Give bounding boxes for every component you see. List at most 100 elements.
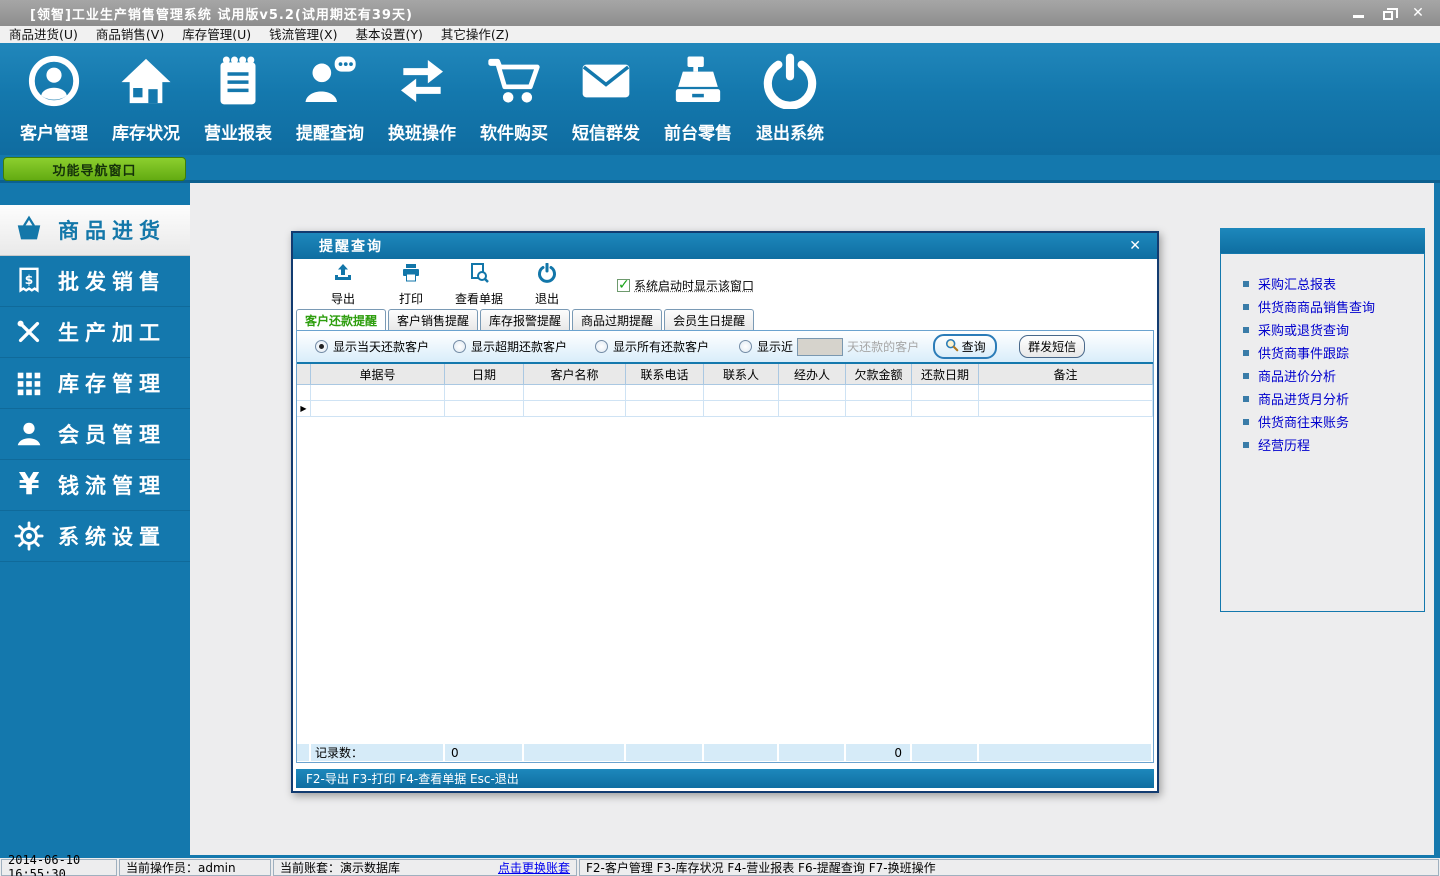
radio-all[interactable]: 显示所有还款客户 <box>595 338 709 355</box>
window-title: [领智]工业生产销售管理系统 试用版v5.2(试用期还有39天) <box>30 7 413 23</box>
toolbar-pos-retail[interactable]: 前台零售 <box>652 43 744 155</box>
col-header-amount-owed[interactable]: 欠款金额 <box>846 364 912 385</box>
menu-item-cashflow[interactable]: 钱流管理(X) <box>260 26 346 43</box>
menu-item-purchase[interactable]: 商品进货(U) <box>0 26 87 43</box>
sidebar-item-inventory[interactable]: 库存管理 <box>0 358 190 409</box>
col-header-document-no[interactable]: 单据号 <box>311 364 445 385</box>
query-button[interactable]: 查询 <box>933 334 998 359</box>
sidebar-item-cashflow[interactable]: ¥ 钱流管理 <box>0 460 190 511</box>
toolbar-customer-management[interactable]: 客户管理 <box>8 43 100 155</box>
menu-item-sales[interactable]: 商品销售(V) <box>87 26 173 43</box>
radio-today[interactable]: 显示当天还款客户 <box>315 338 429 355</box>
toolbar-sms-broadcast[interactable]: 短信群发 <box>560 43 652 155</box>
tab-customer-repayment[interactable]: 客户还款提醒 <box>296 309 387 330</box>
power-icon <box>537 262 557 287</box>
days-input[interactable] <box>797 337 844 356</box>
radio-icon <box>739 340 753 353</box>
toolbar-software-purchase[interactable]: 软件购买 <box>468 43 560 155</box>
view-document-button[interactable]: 查看单据 <box>445 262 513 308</box>
window-title-bar: [领智]工业生产销售管理系统 试用版v5.2(试用期还有39天) ✕ <box>0 0 1440 26</box>
quick-links-body: 采购汇总报表 供货商商品销售查询 采购或退货查询 供货商事件跟踪 商品进价分析 … <box>1220 253 1425 612</box>
sidebar: 商品进货 $ 批发销售 生产加工 库存管理 会员管理 ¥ 钱流管理 系统设置 <box>0 183 190 855</box>
radio-overdue[interactable]: 显示超期还款客户 <box>453 338 567 355</box>
show-on-startup-checkbox[interactable]: 系统启动时显示该窗口 <box>617 277 754 294</box>
table-row[interactable]: ▶ <box>297 401 1153 417</box>
status-account: 当前账套：演示数据库 点击更换账套 <box>273 858 577 876</box>
dialog-title-bar[interactable]: 提醒查询 ✕ <box>293 233 1157 259</box>
toolbar-business-report[interactable]: 营业报表 <box>192 43 284 155</box>
sms-broadcast-button[interactable]: 群发短信 <box>1019 335 1086 358</box>
cart-icon <box>486 53 542 113</box>
window-controls: ✕ <box>1350 6 1440 20</box>
col-header-customer[interactable]: 客户名称 <box>524 364 626 385</box>
record-count-row: 记录数： 0 0 <box>297 744 1153 761</box>
sidebar-item-members[interactable]: 会员管理 <box>0 409 190 460</box>
menu-item-settings[interactable]: 基本设置(Y) <box>346 26 431 43</box>
application-window: [领智]工业生产销售管理系统 试用版v5.2(试用期还有39天) ✕ 商品进货(… <box>0 0 1440 876</box>
bullet-icon <box>1243 418 1249 425</box>
col-header-date[interactable]: 日期 <box>445 364 524 385</box>
table-row[interactable] <box>297 385 1153 401</box>
printer-icon <box>401 263 421 287</box>
print-button[interactable]: 打印 <box>377 262 445 308</box>
nav-band: 功能导航窗口 <box>0 155 1440 183</box>
toolbar-inventory-status[interactable]: 库存状况 <box>100 43 192 155</box>
minimize-icon[interactable] <box>1350 6 1366 20</box>
notebook-icon <box>210 53 266 113</box>
tab-product-expiry[interactable]: 商品过期提醒 <box>572 309 663 330</box>
radio-recent-days[interactable]: 显示近 <box>739 338 793 355</box>
link-supplier-event-tracking[interactable]: 供货商事件跟踪 <box>1243 341 1424 364</box>
dialog-exit-button[interactable]: 退出 <box>513 262 581 308</box>
nav-tab-function-navigator[interactable]: 功能导航窗口 <box>3 157 186 181</box>
dialog-title: 提醒查询 <box>319 239 383 255</box>
grid-icon <box>0 368 58 398</box>
col-header-handler[interactable]: 经办人 <box>779 364 846 385</box>
content-area: 提醒查询 ✕ 导出 打印 查看单据 退出 ✓ 系统启动时显示该窗口 客户还款提醒… <box>190 183 1440 855</box>
col-header-contact[interactable]: 联系人 <box>704 364 779 385</box>
toolbar-reminder-query[interactable]: 提醒查询 <box>284 43 376 155</box>
link-purchase-summary-report[interactable]: 采购汇总报表 <box>1243 272 1424 295</box>
menu-item-inventory[interactable]: 库存管理(U) <box>173 26 260 43</box>
checkbox-check-icon <box>617 277 630 293</box>
document-search-icon <box>469 263 489 287</box>
export-button[interactable]: 导出 <box>309 262 377 308</box>
sidebar-item-wholesale[interactable]: $ 批发销售 <box>0 256 190 307</box>
link-purchase-return-query[interactable]: 采购或退货查询 <box>1243 318 1424 341</box>
sidebar-item-production[interactable]: 生产加工 <box>0 307 190 358</box>
menu-item-other[interactable]: 其它操作(Z) <box>432 26 518 43</box>
tab-customer-sales[interactable]: 客户销售提醒 <box>388 309 479 330</box>
bullet-icon <box>1243 395 1249 402</box>
link-monthly-purchase-analysis[interactable]: 商品进货月分析 <box>1243 387 1424 410</box>
tab-member-birthday[interactable]: 会员生日提醒 <box>664 309 755 330</box>
restore-icon[interactable] <box>1380 6 1398 20</box>
col-header-repay-date[interactable]: 还款日期 <box>912 364 979 385</box>
basket-icon <box>0 215 58 245</box>
tab-stock-alert[interactable]: 库存报警提醒 <box>480 309 571 330</box>
main-toolbar: 客户管理 库存状况 营业报表 提醒查询 换班操作 软件购买 短信群发 前台零售 <box>0 43 1440 155</box>
sidebar-item-purchase[interactable]: 商品进货 <box>0 205 190 256</box>
dialog-close-icon[interactable]: ✕ <box>1129 238 1157 254</box>
toolbar-shift-change[interactable]: 换班操作 <box>376 43 468 155</box>
link-supplier-product-sales-query[interactable]: 供货商商品销售查询 <box>1243 295 1424 318</box>
amount-total-value: 0 <box>846 744 912 761</box>
toolbar-exit-system[interactable]: 退出系统 <box>744 43 836 155</box>
power-icon <box>762 53 818 113</box>
bullet-icon <box>1243 349 1249 356</box>
switch-account-link[interactable]: 点击更换账套 <box>498 859 570 876</box>
envelope-icon <box>578 53 634 113</box>
yen-icon: ¥ <box>18 467 40 502</box>
bullet-icon <box>1243 303 1249 310</box>
tools-icon <box>0 317 58 347</box>
radio-icon <box>453 340 467 353</box>
receipt-icon: $ <box>0 266 58 296</box>
sidebar-item-system-settings[interactable]: 系统设置 <box>0 511 190 562</box>
link-business-history[interactable]: 经营历程 <box>1243 433 1424 456</box>
close-icon[interactable]: ✕ <box>1410 6 1426 20</box>
filter-bar: 显示当天还款客户 显示超期还款客户 显示所有还款客户 显示近 天还款的客户 查询… <box>297 331 1153 364</box>
col-header-remark[interactable]: 备注 <box>979 364 1153 385</box>
quick-links-panel: 采购汇总报表 供货商商品销售查询 采购或退货查询 供货商事件跟踪 商品进价分析 … <box>1220 228 1425 612</box>
col-header-phone[interactable]: 联系电话 <box>626 364 704 385</box>
status-hotkeys: F2-客户管理 F3-库存状况 F4-营业报表 F6-提醒查询 F7-换班操作 <box>579 858 1439 876</box>
link-purchase-price-analysis[interactable]: 商品进价分析 <box>1243 364 1424 387</box>
link-supplier-accounts[interactable]: 供货商往来账务 <box>1243 410 1424 433</box>
